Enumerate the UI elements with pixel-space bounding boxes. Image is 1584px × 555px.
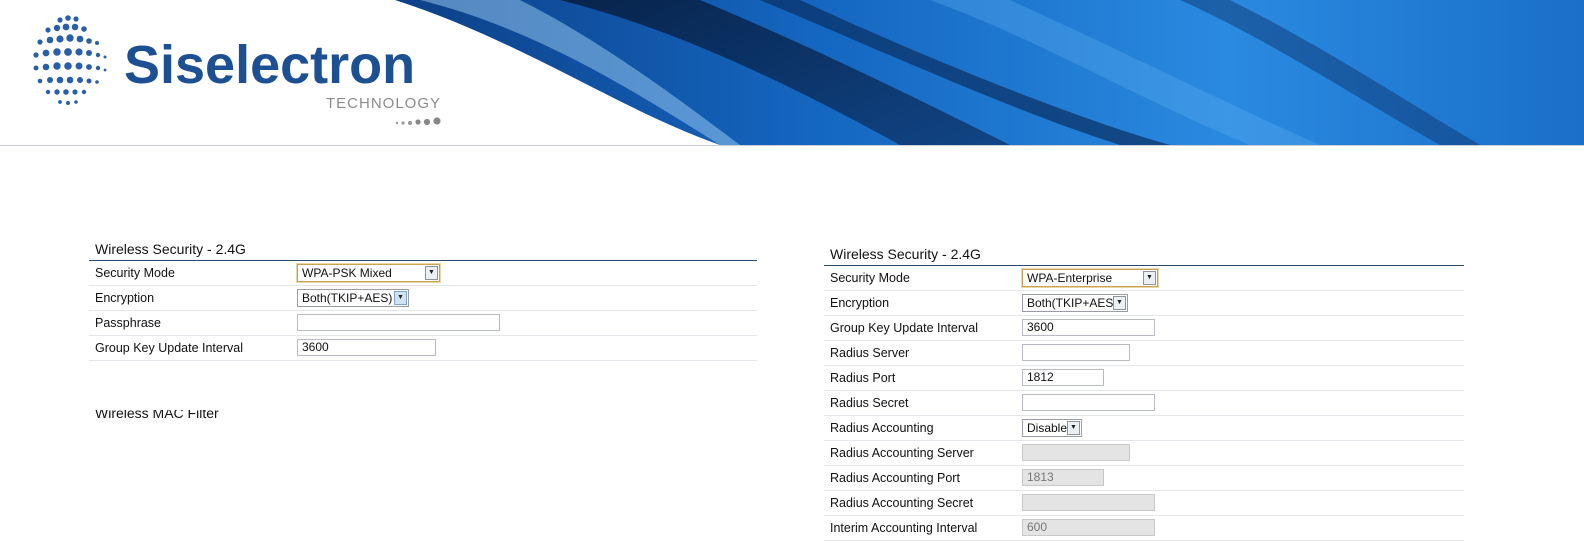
radius-accounting-port-input: 1813 xyxy=(1022,469,1104,486)
passphrase-input[interactable] xyxy=(297,314,500,331)
brand-tagline: TECHNOLOGY xyxy=(326,95,442,112)
group-key-interval-row: Group Key Update Interval 3600 xyxy=(89,336,757,361)
radius-accounting-port-label: Radius Accounting Port xyxy=(830,471,960,485)
radius-port-row: Radius Port 1812 xyxy=(824,366,1464,391)
security-mode-select[interactable]: WPA-Enterprise ▼ xyxy=(1022,269,1158,287)
radius-accounting-server-label: Radius Accounting Server xyxy=(830,446,974,460)
passphrase-label: Passphrase xyxy=(95,316,162,330)
interim-accounting-interval-input: 600 xyxy=(1022,519,1155,536)
radius-accounting-port-row: Radius Accounting Port 1813 xyxy=(824,466,1464,491)
tagline-dots-icon xyxy=(395,117,441,126)
encryption-label: Encryption xyxy=(830,296,890,310)
radius-accounting-row: Radius Accounting Disable ▼ xyxy=(824,416,1464,441)
security-mode-label: Security Mode xyxy=(95,266,175,280)
radius-accounting-secret-input xyxy=(1022,494,1155,511)
header-banner: Siselectron TECHNOLOGY xyxy=(0,0,1584,146)
encryption-row: Encryption Both(TKIP+AES) ▼ xyxy=(824,291,1464,316)
group-key-interval-input[interactable]: 3600 xyxy=(297,339,436,356)
wireless-security-panel-left: Wireless Security - 2.4G Security Mode W… xyxy=(89,238,757,361)
chevron-down-icon[interactable]: ▼ xyxy=(394,291,407,305)
chevron-down-icon[interactable]: ▼ xyxy=(1067,421,1080,435)
encryption-select[interactable]: Both(TKIP+AES) ▼ xyxy=(1022,294,1128,312)
radius-server-input[interactable] xyxy=(1022,344,1130,361)
panel-title: Wireless Security - 2.4G xyxy=(824,243,1464,266)
chevron-down-icon[interactable]: ▼ xyxy=(425,266,438,280)
group-key-interval-label: Group Key Update Interval xyxy=(95,341,243,355)
encryption-value: Both(TKIP+AES) xyxy=(1027,296,1118,310)
radius-accounting-value: Disable xyxy=(1027,421,1068,435)
radius-accounting-select[interactable]: Disable ▼ xyxy=(1022,419,1082,437)
radius-server-row: Radius Server xyxy=(824,341,1464,366)
radius-secret-input[interactable] xyxy=(1022,394,1155,411)
security-mode-select[interactable]: WPA-PSK Mixed ▼ xyxy=(297,264,440,282)
radius-secret-label: Radius Secret xyxy=(830,396,909,410)
security-mode-value: WPA-Enterprise xyxy=(1027,271,1113,285)
wireless-security-panel-right: Wireless Security - 2.4G Security Mode W… xyxy=(824,243,1464,541)
group-key-interval-input[interactable]: 3600 xyxy=(1022,319,1155,336)
panel-title: Wireless Security - 2.4G xyxy=(89,238,757,261)
radius-server-label: Radius Server xyxy=(830,346,910,360)
radius-accounting-server-input xyxy=(1022,444,1130,461)
radius-accounting-secret-row: Radius Accounting Secret xyxy=(824,491,1464,516)
chevron-down-icon[interactable]: ▼ xyxy=(1143,271,1156,285)
security-mode-row: Security Mode WPA-PSK Mixed ▼ xyxy=(89,261,757,286)
passphrase-row: Passphrase xyxy=(89,311,757,336)
brand-name: Siselectron xyxy=(124,35,416,95)
chevron-down-icon[interactable]: ▼ xyxy=(1113,296,1126,310)
group-key-interval-row: Group Key Update Interval 3600 xyxy=(824,316,1464,341)
encryption-value: Both(TKIP+AES) xyxy=(302,291,393,305)
radius-port-label: Radius Port xyxy=(830,371,896,385)
security-mode-label: Security Mode xyxy=(830,271,910,285)
radius-accounting-secret-label: Radius Accounting Secret xyxy=(830,496,974,510)
encryption-label: Encryption xyxy=(95,291,155,305)
radius-secret-row: Radius Secret xyxy=(824,391,1464,416)
encryption-select[interactable]: Both(TKIP+AES) ▼ xyxy=(297,289,409,307)
encryption-row: Encryption Both(TKIP+AES) ▼ xyxy=(89,286,757,311)
interim-accounting-interval-label: Interim Accounting Interval xyxy=(830,521,978,535)
security-mode-row: Security Mode WPA-Enterprise ▼ xyxy=(824,266,1464,291)
group-key-interval-label: Group Key Update Interval xyxy=(830,321,978,335)
security-mode-value: WPA-PSK Mixed xyxy=(302,266,392,280)
interim-accounting-interval-row: Interim Accounting Interval 600 xyxy=(824,516,1464,541)
radius-accounting-label: Radius Accounting xyxy=(830,421,934,435)
next-section-title-cutoff: Wireless MAC Filter xyxy=(95,410,219,418)
globe-logo-icon xyxy=(33,15,107,105)
radius-accounting-server-row: Radius Accounting Server xyxy=(824,441,1464,466)
radius-port-input[interactable]: 1812 xyxy=(1022,369,1104,386)
